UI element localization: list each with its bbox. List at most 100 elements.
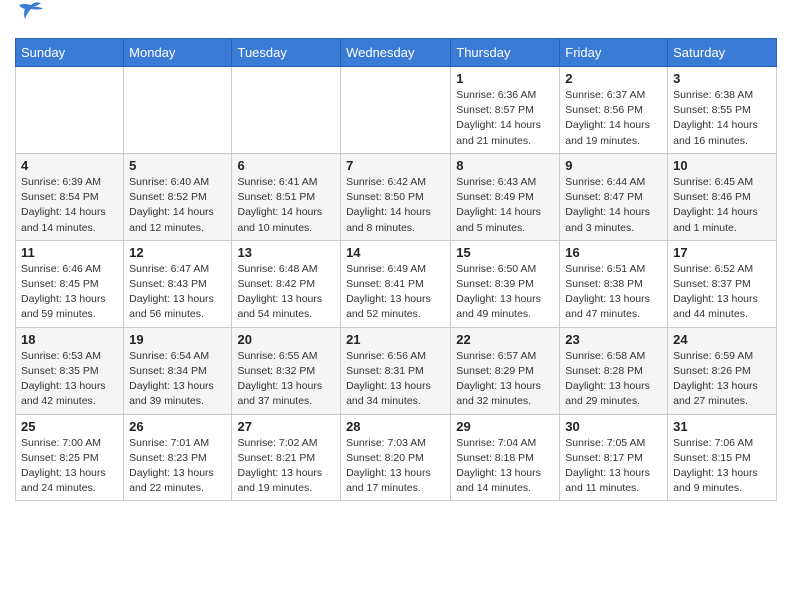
day-number: 11 (21, 245, 118, 260)
day-number: 5 (129, 158, 226, 173)
day-number: 4 (21, 158, 118, 173)
calendar-cell: 28 Sunrise: 7:03 AM Sunset: 8:20 PM Dayli… (341, 414, 451, 501)
calendar-cell: 27 Sunrise: 7:02 AM Sunset: 8:21 PM Dayli… (232, 414, 341, 501)
day-number: 12 (129, 245, 226, 260)
calendar-cell: 8 Sunrise: 6:43 AM Sunset: 8:49 PM Daylig… (451, 153, 560, 240)
day-info: Sunrise: 6:36 AM Sunset: 8:57 PM Dayligh… (456, 88, 554, 149)
calendar-header-row: SundayMondayTuesdayWednesdayThursdayFrid… (16, 39, 777, 67)
calendar-cell: 6 Sunrise: 6:41 AM Sunset: 8:51 PM Daylig… (232, 153, 341, 240)
calendar-cell: 20 Sunrise: 6:55 AM Sunset: 8:32 PM Dayli… (232, 327, 341, 414)
day-number: 22 (456, 332, 554, 347)
header-sunday: Sunday (16, 39, 124, 67)
day-number: 25 (21, 419, 118, 434)
day-number: 27 (237, 419, 335, 434)
header-saturday: Saturday (668, 39, 777, 67)
day-info: Sunrise: 6:56 AM Sunset: 8:31 PM Dayligh… (346, 349, 445, 410)
day-number: 2 (565, 71, 662, 86)
day-info: Sunrise: 7:02 AM Sunset: 8:21 PM Dayligh… (237, 436, 335, 497)
calendar-cell: 26Sunrise: 7:01 AM Sunset: 8:23 PM Dayli… (124, 414, 232, 501)
day-number: 6 (237, 158, 335, 173)
day-info: Sunrise: 6:45 AM Sunset: 8:46 PM Dayligh… (673, 175, 771, 236)
day-info: Sunrise: 6:59 AM Sunset: 8:26 PM Dayligh… (673, 349, 771, 410)
calendar-cell: 18 Sunrise: 6:53 AM Sunset: 8:35 PM Dayli… (16, 327, 124, 414)
week-row-3: 18 Sunrise: 6:53 AM Sunset: 8:35 PM Dayli… (16, 327, 777, 414)
header-thursday: Thursday (451, 39, 560, 67)
calendar-cell: 4 Sunrise: 6:39 AM Sunset: 8:54 PM Daylig… (16, 153, 124, 240)
calendar-cell: 17 Sunrise: 6:52 AM Sunset: 8:37 PM Dayli… (668, 240, 777, 327)
calendar-cell: 12 Sunrise: 6:47 AM Sunset: 8:43 PM Dayli… (124, 240, 232, 327)
calendar-cell: 29 Sunrise: 7:04 AM Sunset: 8:18 PM Dayli… (451, 414, 560, 501)
day-number: 18 (21, 332, 118, 347)
day-info: Sunrise: 6:40 AM Sunset: 8:52 PM Dayligh… (129, 175, 226, 236)
week-row-1: 4 Sunrise: 6:39 AM Sunset: 8:54 PM Daylig… (16, 153, 777, 240)
day-number: 19 (129, 332, 226, 347)
calendar-cell: 10Sunrise: 6:45 AM Sunset: 8:46 PM Dayli… (668, 153, 777, 240)
day-info: Sunrise: 6:44 AM Sunset: 8:47 PM Dayligh… (565, 175, 662, 236)
calendar-cell: 23 Sunrise: 6:58 AM Sunset: 8:28 PM Dayli… (560, 327, 668, 414)
day-info: Sunrise: 6:53 AM Sunset: 8:35 PM Dayligh… (21, 349, 118, 410)
calendar-cell: 31Sunrise: 7:06 AM Sunset: 8:15 PM Dayli… (668, 414, 777, 501)
day-number: 20 (237, 332, 335, 347)
day-info: Sunrise: 7:06 AM Sunset: 8:15 PM Dayligh… (673, 436, 771, 497)
day-info: Sunrise: 7:04 AM Sunset: 8:18 PM Dayligh… (456, 436, 554, 497)
week-row-4: 25 Sunrise: 7:00 AM Sunset: 8:25 PM Dayli… (16, 414, 777, 501)
day-info: Sunrise: 6:54 AM Sunset: 8:34 PM Dayligh… (129, 349, 226, 410)
day-number: 8 (456, 158, 554, 173)
calendar-cell: 2 Sunrise: 6:37 AM Sunset: 8:56 PM Daylig… (560, 67, 668, 154)
day-info: Sunrise: 6:57 AM Sunset: 8:29 PM Dayligh… (456, 349, 554, 410)
day-info: Sunrise: 6:48 AM Sunset: 8:42 PM Dayligh… (237, 262, 335, 323)
day-info: Sunrise: 6:46 AM Sunset: 8:45 PM Dayligh… (21, 262, 118, 323)
day-info: Sunrise: 6:43 AM Sunset: 8:49 PM Dayligh… (456, 175, 554, 236)
day-info: Sunrise: 6:55 AM Sunset: 8:32 PM Dayligh… (237, 349, 335, 410)
day-info: Sunrise: 6:58 AM Sunset: 8:28 PM Dayligh… (565, 349, 662, 410)
calendar-cell: 1 Sunrise: 6:36 AM Sunset: 8:57 PM Daylig… (451, 67, 560, 154)
calendar-cell: 9Sunrise: 6:44 AM Sunset: 8:47 PM Daylig… (560, 153, 668, 240)
calendar-cell: 5 Sunrise: 6:40 AM Sunset: 8:52 PM Daylig… (124, 153, 232, 240)
day-info: Sunrise: 6:42 AM Sunset: 8:50 PM Dayligh… (346, 175, 445, 236)
calendar-cell: 30Sunrise: 7:05 AM Sunset: 8:17 PM Dayli… (560, 414, 668, 501)
day-number: 1 (456, 71, 554, 86)
calendar-cell: 3Sunrise: 6:38 AM Sunset: 8:55 PM Daylig… (668, 67, 777, 154)
week-row-2: 11 Sunrise: 6:46 AM Sunset: 8:45 PM Dayli… (16, 240, 777, 327)
day-info: Sunrise: 6:41 AM Sunset: 8:51 PM Dayligh… (237, 175, 335, 236)
calendar-cell: 11 Sunrise: 6:46 AM Sunset: 8:45 PM Dayli… (16, 240, 124, 327)
day-info: Sunrise: 6:37 AM Sunset: 8:56 PM Dayligh… (565, 88, 662, 149)
day-number: 3 (673, 71, 771, 86)
week-row-0: 1 Sunrise: 6:36 AM Sunset: 8:57 PM Daylig… (16, 67, 777, 154)
calendar: SundayMondayTuesdayWednesdayThursdayFrid… (15, 38, 777, 501)
calendar-cell: 13Sunrise: 6:48 AM Sunset: 8:42 PM Dayli… (232, 240, 341, 327)
calendar-cell: 16Sunrise: 6:51 AM Sunset: 8:38 PM Dayli… (560, 240, 668, 327)
header-wednesday: Wednesday (341, 39, 451, 67)
calendar-cell: 24 Sunrise: 6:59 AM Sunset: 8:26 PM Dayli… (668, 327, 777, 414)
day-info: Sunrise: 6:50 AM Sunset: 8:39 PM Dayligh… (456, 262, 554, 323)
day-number: 14 (346, 245, 445, 260)
calendar-cell (232, 67, 341, 154)
day-number: 7 (346, 158, 445, 173)
logo-bird-icon (17, 1, 45, 23)
calendar-cell: 22 Sunrise: 6:57 AM Sunset: 8:29 PM Dayli… (451, 327, 560, 414)
day-number: 17 (673, 245, 771, 260)
header (15, 10, 777, 32)
calendar-cell (124, 67, 232, 154)
day-info: Sunrise: 6:39 AM Sunset: 8:54 PM Dayligh… (21, 175, 118, 236)
header-monday: Monday (124, 39, 232, 67)
day-info: Sunrise: 7:00 AM Sunset: 8:25 PM Dayligh… (21, 436, 118, 497)
day-number: 26 (129, 419, 226, 434)
calendar-cell (16, 67, 124, 154)
day-number: 29 (456, 419, 554, 434)
day-info: Sunrise: 6:49 AM Sunset: 8:41 PM Dayligh… (346, 262, 445, 323)
calendar-cell: 14 Sunrise: 6:49 AM Sunset: 8:41 PM Dayli… (341, 240, 451, 327)
day-number: 24 (673, 332, 771, 347)
day-number: 23 (565, 332, 662, 347)
day-number: 30 (565, 419, 662, 434)
calendar-cell (341, 67, 451, 154)
calendar-cell: 7 Sunrise: 6:42 AM Sunset: 8:50 PM Daylig… (341, 153, 451, 240)
day-info: Sunrise: 6:47 AM Sunset: 8:43 PM Dayligh… (129, 262, 226, 323)
day-info: Sunrise: 6:52 AM Sunset: 8:37 PM Dayligh… (673, 262, 771, 323)
calendar-cell: 21 Sunrise: 6:56 AM Sunset: 8:31 PM Dayli… (341, 327, 451, 414)
day-info: Sunrise: 7:03 AM Sunset: 8:20 PM Dayligh… (346, 436, 445, 497)
calendar-cell: 25 Sunrise: 7:00 AM Sunset: 8:25 PM Dayli… (16, 414, 124, 501)
day-number: 28 (346, 419, 445, 434)
day-number: 21 (346, 332, 445, 347)
header-tuesday: Tuesday (232, 39, 341, 67)
